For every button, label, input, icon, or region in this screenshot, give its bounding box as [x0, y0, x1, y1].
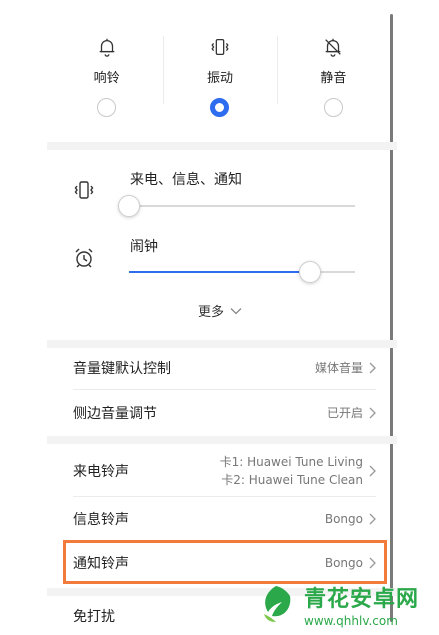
alarm-clock-icon — [75, 248, 93, 268]
chevron-right-icon — [369, 407, 376, 419]
ringtone-volume-thumb[interactable] — [118, 195, 140, 217]
vibrate-icon — [211, 39, 229, 55]
watermark-name: 青花安卓网 — [304, 586, 420, 612]
section-divider — [47, 142, 397, 150]
chevron-down-icon — [230, 307, 242, 314]
mode-ring[interactable]: 响铃 — [50, 28, 163, 128]
mode-vibrate[interactable]: 振动 — [163, 28, 276, 128]
row-value: 媒体音量 — [314, 361, 363, 375]
row-value: 已开启 — [326, 406, 363, 420]
sim2-ringtone: 卡2: Huawei Tune Clean — [221, 473, 363, 487]
chevron-right-icon — [369, 362, 376, 374]
vibrate-icon — [74, 181, 94, 199]
sim1-ringtone: 卡1: Huawei Tune Living — [219, 455, 363, 469]
section-divider — [47, 340, 397, 348]
row-divider — [73, 389, 376, 390]
alarm-volume-thumb[interactable] — [299, 261, 321, 283]
chevron-right-icon — [369, 465, 376, 477]
row-label: 信息铃声 — [73, 512, 129, 528]
mode-vibrate-label: 振动 — [206, 71, 233, 86]
mode-silent-radio[interactable] — [323, 98, 343, 117]
row-value: 卡1: Huawei Tune Living 卡2: Huawei Tune C… — [220, 453, 363, 489]
watermark-logo: 青花安卓网 www.qhhlv.com — [254, 578, 434, 630]
row-divider — [73, 496, 376, 497]
volume-key-default-row[interactable]: 音量键默认控制 媒体音量 — [73, 356, 376, 380]
sound-mode-selector: 响铃 振动 静音 — [50, 28, 390, 128]
side-volume-adjust-row[interactable]: 侧边音量调节 已开启 — [73, 401, 376, 425]
more-button[interactable]: 更多 — [198, 301, 242, 320]
watermark-leaf-icon — [264, 586, 291, 622]
row-label: 音量键默认控制 — [73, 361, 171, 377]
mode-silent-label: 静音 — [320, 71, 347, 86]
ringtone-volume-label: 来电、信息、通知 — [130, 172, 242, 188]
ringtone-volume-track[interactable] — [129, 205, 355, 207]
row-value: Bongo — [324, 512, 363, 526]
mode-ring-radio[interactable] — [97, 98, 117, 117]
alarm-volume-fill — [129, 271, 310, 273]
row-label: 来电铃声 — [73, 464, 129, 480]
row-label: 免打扰 — [73, 609, 115, 625]
chevron-right-icon — [369, 513, 376, 525]
bell-off-icon — [325, 38, 342, 57]
mode-silent[interactable]: 静音 — [276, 28, 390, 128]
bell-icon — [99, 38, 114, 57]
alarm-volume-label: 闹钟 — [130, 239, 158, 255]
scrollbar[interactable] — [390, 14, 393, 622]
watermark-url: www.qhhlv.com — [304, 613, 398, 628]
message-ringtone-row[interactable]: 信息铃声 Bongo — [73, 507, 376, 531]
mode-ring-label: 响铃 — [93, 71, 120, 86]
row-label: 侧边音量调节 — [73, 406, 157, 422]
mode-vibrate-radio[interactable] — [210, 98, 230, 117]
more-label: 更多 — [198, 305, 225, 320]
section-divider — [47, 436, 397, 444]
call-ringtone-row[interactable]: 来电铃声 卡1: Huawei Tune Living 卡2: Huawei T… — [73, 452, 376, 490]
